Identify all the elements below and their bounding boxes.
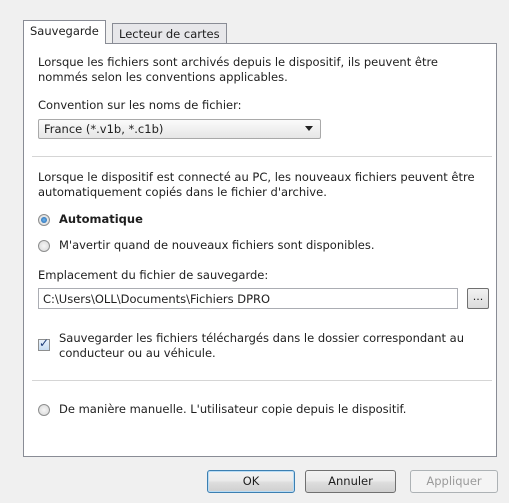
radio-automatique[interactable] — [38, 214, 50, 226]
tab-panel: Lorsque les fichiers sont archivés depui… — [23, 43, 497, 457]
radio-notify[interactable] — [38, 240, 50, 252]
checkmark-icon: ✓ — [39, 336, 50, 350]
naming-convention-select[interactable]: France (*.v1b, *.c1b) — [38, 119, 321, 139]
naming-convention-label: Convention sur les noms de fichier: — [38, 98, 242, 112]
backup-location-field[interactable]: C:\Users\OLL\Documents\Fichiers DPRO — [38, 288, 458, 309]
radio-automatique-label[interactable]: Automatique — [59, 212, 143, 226]
dropdown-arrow-icon — [305, 126, 313, 131]
save-by-driver-label[interactable]: Sauvegarder les fichiers téléchargés dan… — [59, 331, 489, 361]
save-by-driver-checkbox[interactable]: ✓ — [38, 336, 50, 351]
backup-location-label: Emplacement du fichier de sauvegarde: — [38, 268, 269, 282]
archive-intro-text: Lorsque les fichiers sont archivés depui… — [38, 55, 439, 84]
tab-lecteur-de-cartes[interactable]: Lecteur de cartes — [112, 23, 227, 45]
cancel-button[interactable]: Annuler — [305, 470, 396, 493]
separator — [32, 156, 492, 157]
naming-convention-value: France (*.v1b, *.c1b) — [44, 122, 164, 136]
options-dialog: Sauvegarde Lecteur de cartes Lorsque les… — [0, 0, 509, 503]
radio-manual[interactable] — [38, 404, 50, 416]
separator — [32, 380, 492, 381]
tab-sauvegarde[interactable]: Sauvegarde — [23, 20, 106, 44]
radio-notify-label[interactable]: M'avertir quand de nouveaux fichiers son… — [59, 238, 375, 252]
radio-manual-label[interactable]: De manière manuelle. L'utilisateur copie… — [59, 402, 406, 416]
auto-copy-intro-text: Lorsque le dispositif est connecté au PC… — [38, 170, 475, 199]
ok-button[interactable]: OK — [207, 470, 295, 493]
browse-button[interactable]: ... — [467, 288, 489, 309]
backup-location-value: C:\Users\OLL\Documents\Fichiers DPRO — [43, 292, 271, 306]
apply-button[interactable]: Appliquer — [410, 470, 498, 493]
